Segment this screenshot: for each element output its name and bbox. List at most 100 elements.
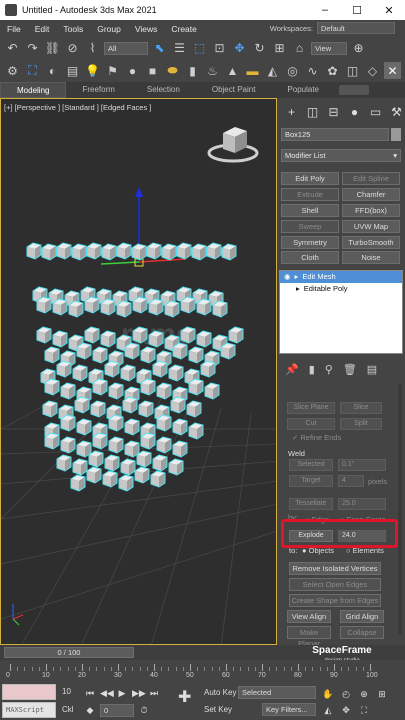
menu-views[interactable]: Views	[128, 24, 165, 34]
close-button[interactable]: ✕	[373, 0, 405, 20]
create-tab-icon[interactable]: +	[283, 104, 300, 120]
cube-fragment[interactable]	[200, 360, 216, 378]
cube-fragment[interactable]	[104, 454, 120, 472]
cone-icon[interactable]: ▲	[224, 62, 241, 79]
select-open-edges-button[interactable]: Select Open Edges	[289, 578, 381, 591]
stack-item-editable-poly[interactable]: ▸ Editable Poly	[280, 283, 402, 295]
weld-threshold-spinner[interactable]: 0.1"	[338, 459, 386, 471]
cube-fragment[interactable]	[140, 378, 156, 396]
cube-fragment[interactable]	[52, 330, 68, 348]
snap-toggle-icon[interactable]: ⚙	[4, 62, 21, 79]
cube-fragment[interactable]	[76, 342, 92, 360]
cube-fragment[interactable]	[60, 414, 76, 432]
cube-fragment[interactable]	[132, 326, 148, 344]
capsule-icon[interactable]: ⬬	[164, 62, 181, 79]
select-rotate-icon[interactable]: ↻	[251, 40, 268, 57]
cube-fragment[interactable]	[92, 378, 108, 396]
cube-fragment[interactable]	[188, 346, 204, 364]
stack-item-edit-mesh[interactable]: ◉ ▸ Edit Mesh	[280, 271, 402, 283]
cube-fragment[interactable]	[56, 454, 72, 472]
cube-fragment[interactable]	[92, 432, 108, 450]
go-to-start-icon[interactable]: ⏮	[84, 687, 96, 699]
cube-fragment[interactable]	[60, 436, 76, 454]
maxscript-listener[interactable]	[2, 684, 56, 700]
weld-target-button[interactable]: Target	[289, 475, 333, 487]
cube-fragment[interactable]	[36, 326, 52, 344]
cube-fragment[interactable]	[150, 470, 166, 488]
cube-fragment[interactable]	[168, 458, 184, 476]
spline-icon[interactable]: ∿	[304, 62, 321, 79]
cube-fragment[interactable]	[156, 436, 172, 454]
previous-frame-icon[interactable]: ◀◀	[100, 687, 114, 699]
cube-fragment[interactable]	[136, 450, 152, 468]
refine-ends-checkbox[interactable]: ✓ Refine Ends	[292, 433, 341, 442]
collapse-button[interactable]: Collapse	[340, 626, 384, 639]
select-scale-icon[interactable]: ⊞	[271, 40, 288, 57]
menu-edit[interactable]: Edit	[28, 24, 57, 34]
workspace-dropdown[interactable]: Default	[317, 22, 395, 34]
cube-fragment[interactable]	[196, 298, 212, 316]
cube-fragment[interactable]	[108, 436, 124, 454]
maximize-button[interactable]: ☐	[341, 0, 373, 20]
cube-fragment[interactable]	[116, 242, 132, 260]
place-icon[interactable]: ⌂	[291, 40, 308, 57]
bind-space-warp-icon[interactable]: ⌇	[84, 40, 101, 57]
go-to-end-icon[interactable]: ⏭	[148, 687, 160, 699]
cloth-button[interactable]: Cloth	[281, 251, 339, 264]
cut-button[interactable]: Cut	[287, 418, 335, 430]
cube-fragment[interactable]	[44, 346, 60, 364]
teapot-icon[interactable]: ♨	[204, 62, 221, 79]
modifier-list-dropdown[interactable]: Modifier List ▾	[281, 149, 401, 162]
menu-create[interactable]: Create	[164, 24, 204, 34]
cube-fragment[interactable]	[116, 300, 132, 318]
cube-fragment[interactable]	[148, 330, 164, 348]
cylinder-icon[interactable]: ▮	[184, 62, 201, 79]
edit-poly-button[interactable]: Edit Poly	[281, 172, 339, 185]
cube-fragment[interactable]	[52, 298, 68, 316]
symmetry-button[interactable]: Symmetry	[281, 236, 339, 249]
modify-tab-icon[interactable]: ◫	[304, 104, 321, 120]
triangle-right-icon[interactable]: ▸	[295, 271, 299, 283]
tab-populate[interactable]: Populate	[271, 82, 335, 98]
key-mode-icon[interactable]: ◆	[84, 704, 96, 716]
render-frame-icon[interactable]: ⛶	[24, 62, 41, 79]
redo-icon[interactable]: ↷	[24, 40, 41, 57]
cube-fragment[interactable]	[188, 378, 204, 396]
cube-fragment[interactable]	[156, 414, 172, 432]
cube-fragment[interactable]	[152, 454, 168, 472]
plane-icon[interactable]: ▬	[244, 62, 261, 79]
maxscript-mini-listener[interactable]: MAXScript	[2, 702, 56, 718]
cube-fragment[interactable]	[206, 242, 222, 260]
weld-target-spinner[interactable]: 4	[338, 475, 364, 487]
cube-fragment[interactable]	[220, 342, 236, 360]
cube-fragment[interactable]	[188, 422, 204, 440]
maximize-viewport-icon[interactable]: ⛶	[358, 704, 370, 716]
display-tab-icon[interactable]: ▭	[367, 104, 384, 120]
rectangular-selection-icon[interactable]: ⬚	[191, 40, 208, 57]
make-planar-button[interactable]: Make Planar	[287, 626, 331, 648]
cube-fragment[interactable]	[172, 342, 188, 360]
cube-fragment[interactable]	[152, 360, 168, 378]
cube-fragment[interactable]	[88, 450, 104, 468]
perspective-viewport[interactable]: rame	[0, 98, 277, 645]
torus-icon[interactable]: ◎	[284, 62, 301, 79]
cube-fragment[interactable]	[140, 432, 156, 450]
cube-fragment[interactable]	[221, 243, 237, 261]
cube-fragment[interactable]	[170, 396, 186, 414]
cube-fragment[interactable]	[84, 326, 100, 344]
slice-button[interactable]: Slice	[340, 402, 382, 414]
camera-icon[interactable]: ⚑	[104, 62, 121, 79]
cube-fragment[interactable]	[212, 300, 228, 318]
key-filters-button[interactable]: Key Filters...	[262, 703, 316, 716]
cube-fragment[interactable]	[68, 300, 84, 318]
time-config-icon[interactable]: ⏱	[138, 704, 150, 716]
unlink-icon[interactable]: ⊘	[64, 40, 81, 57]
cube-fragment[interactable]	[132, 296, 148, 314]
zoom-icon[interactable]: ⊕	[358, 688, 370, 700]
cube-fragment[interactable]	[44, 378, 60, 396]
tube-icon[interactable]: ◫	[344, 62, 361, 79]
cube-fragment[interactable]	[122, 396, 138, 414]
cube-fragment[interactable]	[104, 360, 120, 378]
object-color-swatch[interactable]	[391, 128, 401, 141]
create-shape-from-edges-button[interactable]: Create Shape from Edges	[289, 594, 381, 607]
